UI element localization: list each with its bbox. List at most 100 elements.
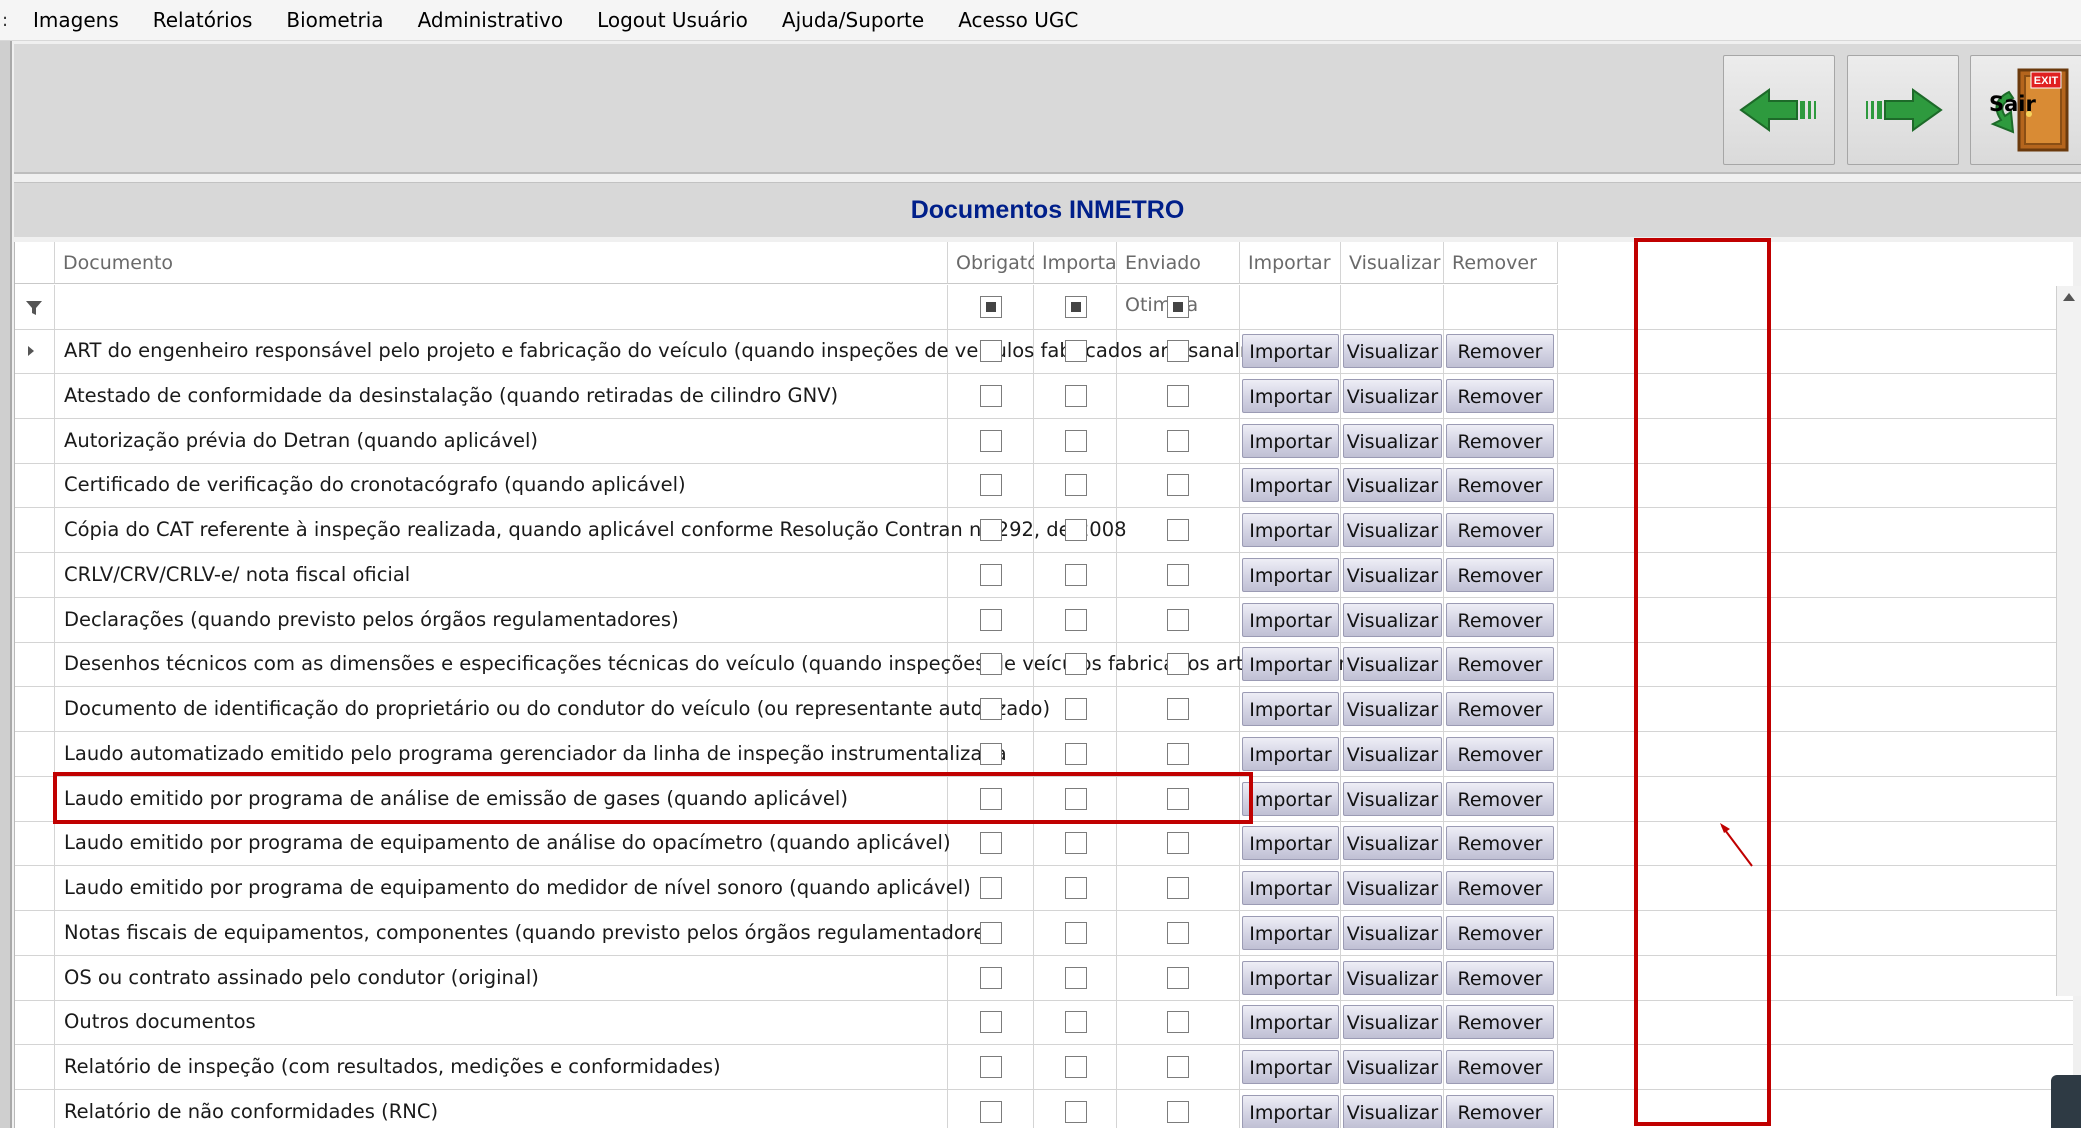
view-button[interactable]: Visualizar (1343, 1095, 1442, 1128)
obrigatorio-checkbox[interactable] (980, 788, 1002, 810)
import-button[interactable]: Importar (1242, 1095, 1339, 1128)
remove-button[interactable]: Remover (1446, 513, 1554, 547)
importado-checkbox[interactable] (1065, 564, 1087, 586)
importado-checkbox[interactable] (1065, 877, 1087, 899)
importado-checkbox[interactable] (1065, 340, 1087, 362)
import-button[interactable]: Importar (1242, 424, 1339, 458)
column-header-importado[interactable]: Importado (1034, 242, 1140, 284)
obrigatorio-checkbox[interactable] (980, 698, 1002, 720)
obrigatorio-checkbox[interactable] (980, 519, 1002, 541)
importado-checkbox[interactable] (1065, 1101, 1087, 1123)
column-header-remover[interactable]: Remover (1444, 242, 1558, 284)
importado-checkbox[interactable] (1065, 1056, 1087, 1078)
filter-importado-checkbox[interactable] (1065, 296, 1087, 318)
remove-button[interactable]: Remover (1446, 603, 1554, 637)
table-row[interactable]: Relatório de inspeção (com resultados, m… (15, 1045, 2073, 1090)
obrigatorio-checkbox[interactable] (980, 743, 1002, 765)
importado-checkbox[interactable] (1065, 609, 1087, 631)
import-button[interactable]: Importar (1242, 916, 1339, 950)
column-header-importar[interactable]: Importar (1240, 242, 1341, 284)
obrigatorio-checkbox[interactable] (980, 1101, 1002, 1123)
obrigatorio-checkbox[interactable] (980, 430, 1002, 452)
import-button[interactable]: Importar (1242, 468, 1339, 502)
view-button[interactable]: Visualizar (1343, 871, 1442, 905)
remove-button[interactable]: Remover (1446, 1005, 1554, 1039)
import-button[interactable]: Importar (1242, 826, 1339, 860)
enviado-checkbox[interactable] (1167, 564, 1189, 586)
importado-checkbox[interactable] (1065, 653, 1087, 675)
scroll-up-icon[interactable] (2062, 292, 2076, 302)
column-header-obrigatorio[interactable]: Obrigatório (948, 242, 1064, 284)
obrigatorio-checkbox[interactable] (980, 564, 1002, 586)
view-button[interactable]: Visualizar (1343, 1005, 1442, 1039)
remove-button[interactable]: Remover (1446, 647, 1554, 681)
remove-button[interactable]: Remover (1446, 737, 1554, 771)
remove-button[interactable]: Remover (1446, 558, 1554, 592)
back-button[interactable] (1723, 55, 1835, 165)
view-button[interactable]: Visualizar (1343, 961, 1442, 995)
remove-button[interactable]: Remover (1446, 1050, 1554, 1084)
importado-checkbox[interactable] (1065, 832, 1087, 854)
import-button[interactable]: Importar (1242, 334, 1339, 368)
menu-item-4[interactable]: Administrativo (401, 0, 581, 40)
enviado-checkbox[interactable] (1167, 430, 1189, 452)
import-button[interactable]: Importar (1242, 603, 1339, 637)
view-button[interactable]: Visualizar (1343, 826, 1442, 860)
import-button[interactable]: Importar (1242, 647, 1339, 681)
import-button[interactable]: Importar (1242, 871, 1339, 905)
view-button[interactable]: Visualizar (1343, 558, 1442, 592)
enviado-checkbox[interactable] (1167, 698, 1189, 720)
obrigatorio-checkbox[interactable] (980, 1056, 1002, 1078)
table-row[interactable]: Documento de identificação do proprietár… (15, 687, 2073, 732)
import-button[interactable]: Importar (1242, 558, 1339, 592)
obrigatorio-checkbox[interactable] (980, 922, 1002, 944)
table-row[interactable]: CRLV/CRV/CRLV-e/ nota fiscal oficial Impo… (15, 553, 2073, 598)
enviado-checkbox[interactable] (1167, 474, 1189, 496)
menu-item-3[interactable]: Biometria (269, 0, 400, 40)
importado-checkbox[interactable] (1065, 1011, 1087, 1033)
table-row[interactable]: Laudo emitido por programa de equipament… (15, 866, 2073, 911)
enviado-checkbox[interactable] (1167, 653, 1189, 675)
enviado-checkbox[interactable] (1167, 877, 1189, 899)
table-row[interactable]: Declarações (quando previsto pelos órgão… (15, 598, 2073, 643)
view-button[interactable]: Visualizar (1343, 737, 1442, 771)
menu-item-5[interactable]: Logout Usuário (580, 0, 765, 40)
obrigatorio-checkbox[interactable] (980, 967, 1002, 989)
obrigatorio-checkbox[interactable] (980, 385, 1002, 407)
obrigatorio-checkbox[interactable] (980, 474, 1002, 496)
menu-item-7[interactable]: Acesso UGC (941, 0, 1095, 40)
remove-button[interactable]: Remover (1446, 871, 1554, 905)
obrigatorio-checkbox[interactable] (980, 653, 1002, 675)
menu-item-6[interactable]: Ajuda/Suporte (765, 0, 941, 40)
obrigatorio-checkbox[interactable] (980, 609, 1002, 631)
remove-button[interactable]: Remover (1446, 1095, 1554, 1128)
table-row[interactable]: Laudo automatizado emitido pelo programa… (15, 732, 2073, 777)
table-row[interactable]: Relatório de não conformidades (RNC) Impo… (15, 1090, 2073, 1128)
enviado-checkbox[interactable] (1167, 519, 1189, 541)
enviado-checkbox[interactable] (1167, 967, 1189, 989)
enviado-checkbox[interactable] (1167, 743, 1189, 765)
importado-checkbox[interactable] (1065, 430, 1087, 452)
importado-checkbox[interactable] (1065, 519, 1087, 541)
table-row[interactable]: Cópia do CAT referente à inspeção realiz… (15, 508, 2073, 553)
view-button[interactable]: Visualizar (1343, 603, 1442, 637)
table-row[interactable]: Notas fiscais de equipamentos, component… (15, 911, 2073, 956)
enviado-checkbox[interactable] (1167, 609, 1189, 631)
importado-checkbox[interactable] (1065, 788, 1087, 810)
view-button[interactable]: Visualizar (1343, 647, 1442, 681)
table-row[interactable]: OS ou contrato assinado pelo condutor (o… (15, 956, 2073, 1001)
remove-button[interactable]: Remover (1446, 424, 1554, 458)
enviado-checkbox[interactable] (1167, 385, 1189, 407)
remove-button[interactable]: Remover (1446, 916, 1554, 950)
column-header-visualizar[interactable]: Visualizar (1341, 242, 1444, 284)
remove-button[interactable]: Remover (1446, 826, 1554, 860)
enviado-checkbox[interactable] (1167, 922, 1189, 944)
table-row[interactable]: Laudo emitido por programa de análise de… (15, 777, 2073, 822)
import-button[interactable]: Importar (1242, 379, 1339, 413)
importado-checkbox[interactable] (1065, 385, 1087, 407)
enviado-checkbox[interactable] (1167, 1011, 1189, 1033)
filter-obrigatorio-checkbox[interactable] (980, 296, 1002, 318)
view-button[interactable]: Visualizar (1343, 782, 1442, 816)
import-button[interactable]: Importar (1242, 513, 1339, 547)
column-header-enviado-otimiza[interactable]: Enviado Otimiza (1117, 242, 1240, 316)
